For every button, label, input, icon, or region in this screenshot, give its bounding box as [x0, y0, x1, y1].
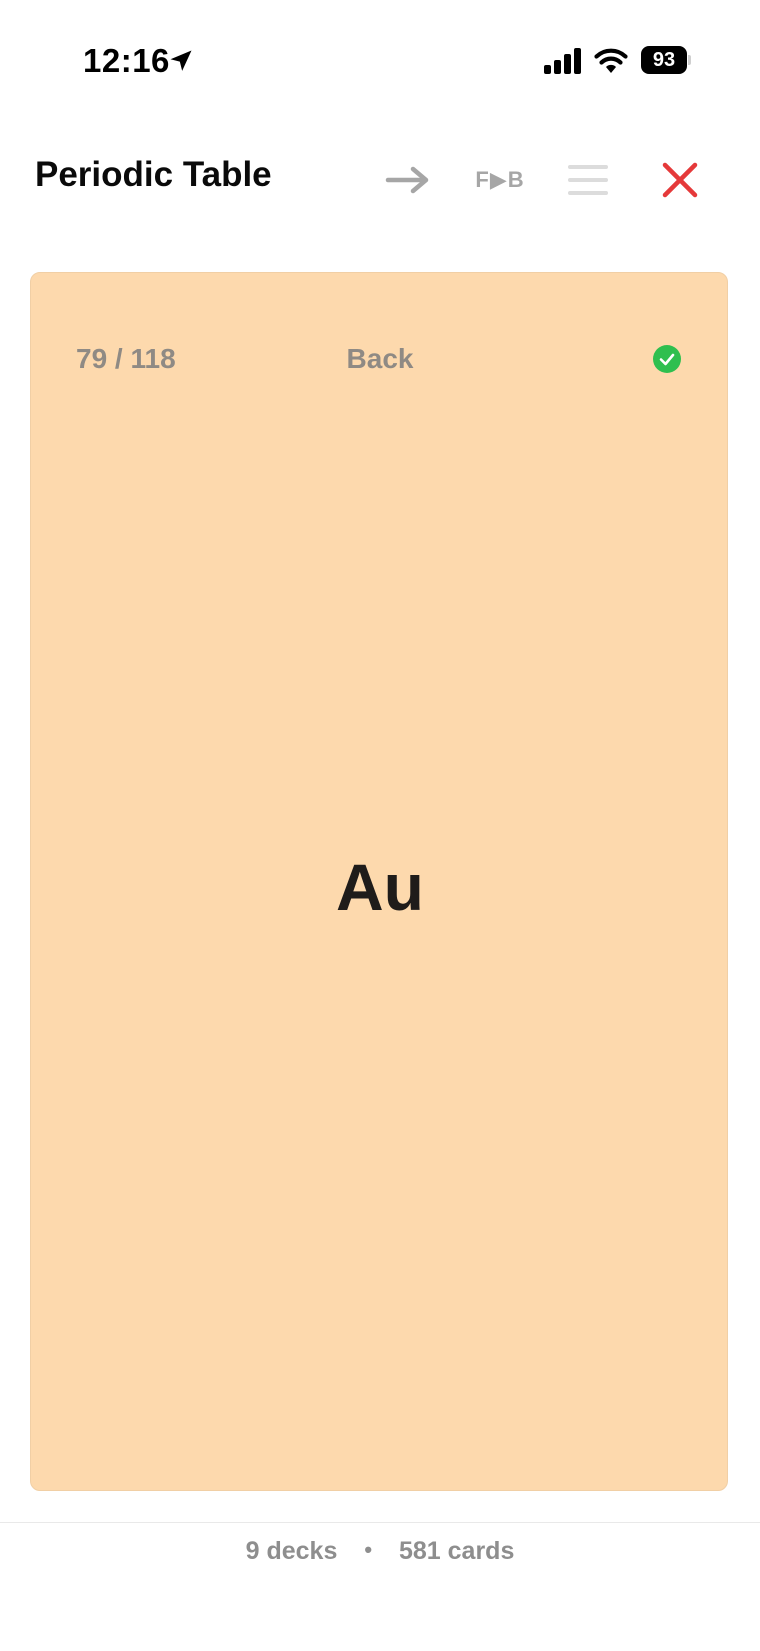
card-direction-toggle[interactable]: F▶B	[470, 152, 530, 208]
arrow-right-icon	[385, 166, 429, 194]
wifi-icon	[594, 48, 628, 73]
screen: 12:16 93 Periodic Table F▶B 79 / 118 Bac…	[0, 0, 760, 1651]
next-card-button[interactable]	[380, 152, 436, 208]
flashcard[interactable]: 79 / 118 Back Au	[30, 272, 728, 1491]
check-circle-icon	[653, 345, 681, 373]
menu-button[interactable]	[560, 152, 616, 208]
card-side-label: Back	[346, 343, 414, 374]
battery-nub	[688, 55, 691, 65]
location-arrow-icon	[170, 50, 192, 71]
footer-separator: •	[364, 1537, 373, 1562]
battery-indicator: 93	[641, 46, 691, 74]
card-content: Au	[336, 850, 424, 924]
card-count: 581 cards	[398, 1537, 515, 1565]
direction-label: F▶B	[475, 167, 525, 192]
close-button[interactable]	[652, 152, 708, 208]
deck-title: Periodic Table	[35, 155, 272, 194]
close-icon	[662, 162, 698, 198]
deck-count: 9 decks	[245, 1537, 338, 1565]
footer-divider	[0, 1522, 760, 1523]
status-time: 12:16	[83, 42, 170, 79]
footer-stats: 9 decks • 581 cards	[0, 1537, 760, 1566]
status-bar: 12:16 93	[0, 0, 760, 120]
header: Periodic Table F▶B	[0, 140, 760, 220]
cellular-signal-icon	[544, 48, 581, 74]
battery-level: 93	[641, 46, 687, 74]
menu-icon	[568, 165, 608, 195]
